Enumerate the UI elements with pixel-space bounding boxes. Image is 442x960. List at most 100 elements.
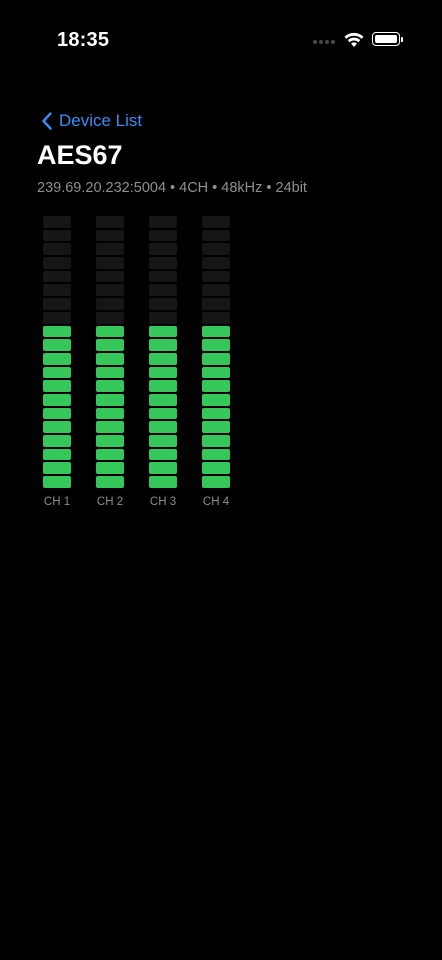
meter-segment-active [43,366,71,379]
meter-segment-active [96,407,124,420]
meter-segment-active [149,435,177,447]
meter-segment-active [202,366,230,379]
status-bar: 18:35 [0,0,442,80]
meter-segment-inactive [202,243,230,256]
level-meters: CH 1 CH 2 CH 3 CH 4 [43,216,230,508]
channel-label: CH 2 [96,495,124,508]
channel-label: CH 4 [202,495,230,508]
battery-cap [401,37,403,42]
meter-segment-active [202,339,230,351]
meter-segment-active [43,380,71,392]
meter-segment-inactive [96,311,124,324]
meter-segment-inactive [149,284,177,297]
device-info: 239.69.20.232:5004 • 4CH • 48kHz • 24bit [37,180,307,196]
meter-segment-active [149,462,177,475]
meter-segment-inactive [43,257,71,269]
meter-segment-inactive [149,298,177,310]
meter-segment-inactive [43,243,71,256]
meter-segment-inactive [202,216,230,228]
meter-segment-inactive [96,257,124,269]
meter-segment-active [43,421,71,433]
meter-segment-active [149,366,177,379]
meter-segment-active [43,325,71,338]
meter-segment-active [43,462,71,475]
channel-meter: CH 1 [43,216,71,508]
meter-segment-active [202,325,230,338]
meter-segment-active [43,393,71,406]
meter-segment-active [202,476,230,488]
meter-segment-inactive [43,270,71,283]
meter-segment-active [149,476,177,488]
meter-segment-active [96,462,124,475]
meter-segment-active [202,462,230,475]
meter-segment-inactive [149,257,177,269]
meter-segment-inactive [149,243,177,256]
meter-segment-inactive [43,216,71,228]
meter-segment-inactive [149,229,177,242]
meter-segment-active [96,366,124,379]
meter-segment-active [149,352,177,365]
meter-segment-active [149,325,177,338]
meter-segment-active [96,393,124,406]
meter-segment-active [149,380,177,392]
meter-segment-inactive [202,311,230,324]
channel-meter: CH 4 [202,216,230,508]
meter-segment-active [202,407,230,420]
meter-segments [43,216,71,488]
meter-segment-active [96,435,124,447]
meter-segment-inactive [149,270,177,283]
meter-segment-active [202,380,230,392]
meter-segment-active [149,393,177,406]
meter-segment-inactive [43,298,71,310]
meter-segment-inactive [96,243,124,256]
meter-segment-inactive [202,257,230,269]
meter-segment-active [149,448,177,461]
meter-segment-active [96,448,124,461]
meter-segments [96,216,124,488]
channel-meter: CH 3 [149,216,177,508]
battery-icon [372,32,400,46]
channel-label: CH 1 [43,495,71,508]
meter-segment-inactive [202,298,230,310]
meter-segment-active [96,380,124,392]
status-time: 18:35 [57,29,110,51]
chevron-left-icon [42,112,52,130]
wifi-icon [344,32,364,47]
meter-segment-inactive [43,284,71,297]
meter-segment-active [202,421,230,433]
meter-segment-active [43,448,71,461]
channel-meter: CH 2 [96,216,124,508]
meter-segment-inactive [96,284,124,297]
meter-segment-inactive [96,216,124,228]
meter-segment-inactive [96,270,124,283]
meter-segment-inactive [96,229,124,242]
meter-segment-active [149,339,177,351]
meter-segment-active [96,421,124,433]
meter-segment-active [96,352,124,365]
page-title: AES67 [37,140,123,170]
meter-segment-active [43,352,71,365]
meter-segments [149,216,177,488]
meter-segment-active [202,352,230,365]
meter-segment-inactive [96,298,124,310]
meter-segment-inactive [43,311,71,324]
meter-segment-inactive [149,311,177,324]
meter-segment-active [43,435,71,447]
back-button[interactable]: Device List [41,111,142,131]
back-button-label: Device List [59,111,143,130]
meter-segment-inactive [43,229,71,242]
meter-segment-active [43,476,71,488]
meter-segment-inactive [202,229,230,242]
meter-segment-active [43,339,71,351]
meter-segment-active [149,407,177,420]
meter-segment-active [96,325,124,338]
channel-label: CH 3 [149,495,177,508]
meter-segment-active [96,476,124,488]
meter-segment-active [202,393,230,406]
meter-segment-inactive [149,216,177,228]
meter-segment-inactive [202,284,230,297]
signal-dots-icon [313,40,335,44]
meter-segment-active [96,339,124,351]
meter-segment-inactive [202,270,230,283]
meter-segment-active [43,407,71,420]
